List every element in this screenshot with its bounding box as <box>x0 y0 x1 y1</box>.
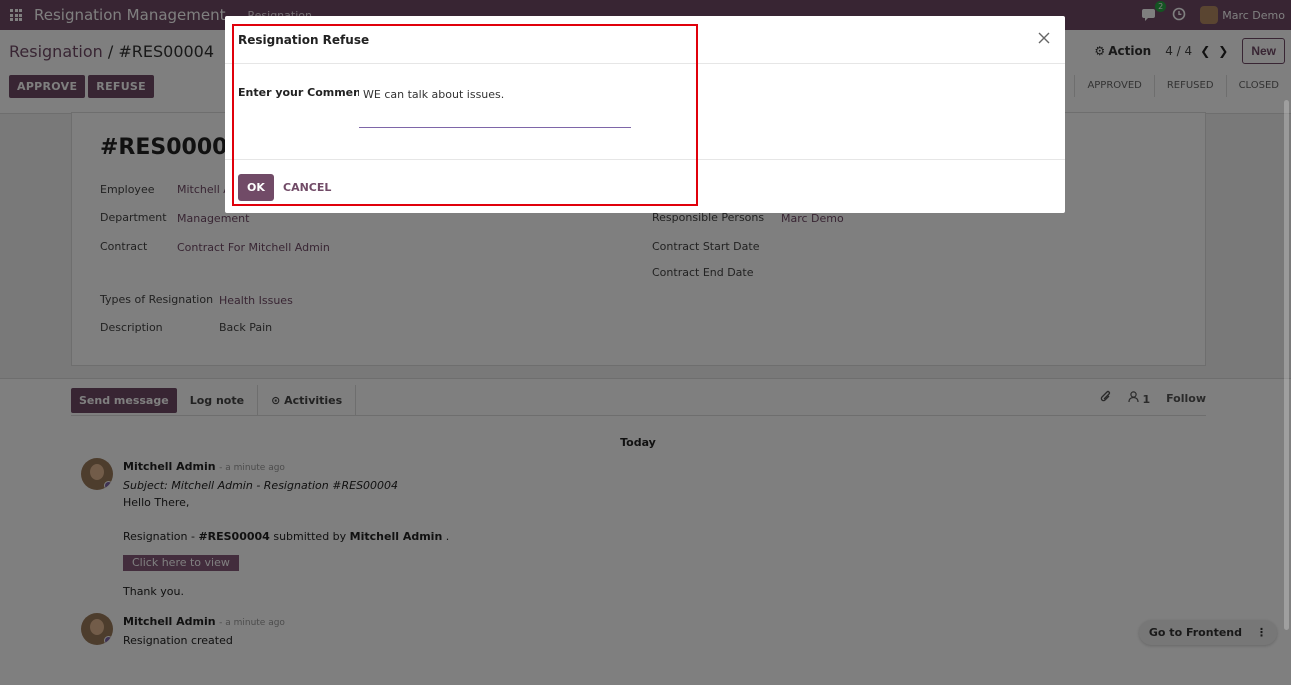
comment-label: Enter your Comment <box>238 86 367 99</box>
ok-button[interactable]: OK <box>238 174 274 201</box>
dialog-header: Resignation Refuse <box>225 16 1065 64</box>
dialog-title: Resignation Refuse <box>238 33 370 47</box>
cancel-button[interactable]: CANCEL <box>283 181 331 194</box>
refuse-dialog: Resignation Refuse Enter your Comment WE… <box>225 16 1065 213</box>
dialog-footer: OK CANCEL <box>225 159 1065 213</box>
close-icon[interactable] <box>1037 31 1053 47</box>
comment-field[interactable]: WE can talk about issues. <box>359 82 631 128</box>
scrollbar[interactable] <box>1284 100 1289 630</box>
